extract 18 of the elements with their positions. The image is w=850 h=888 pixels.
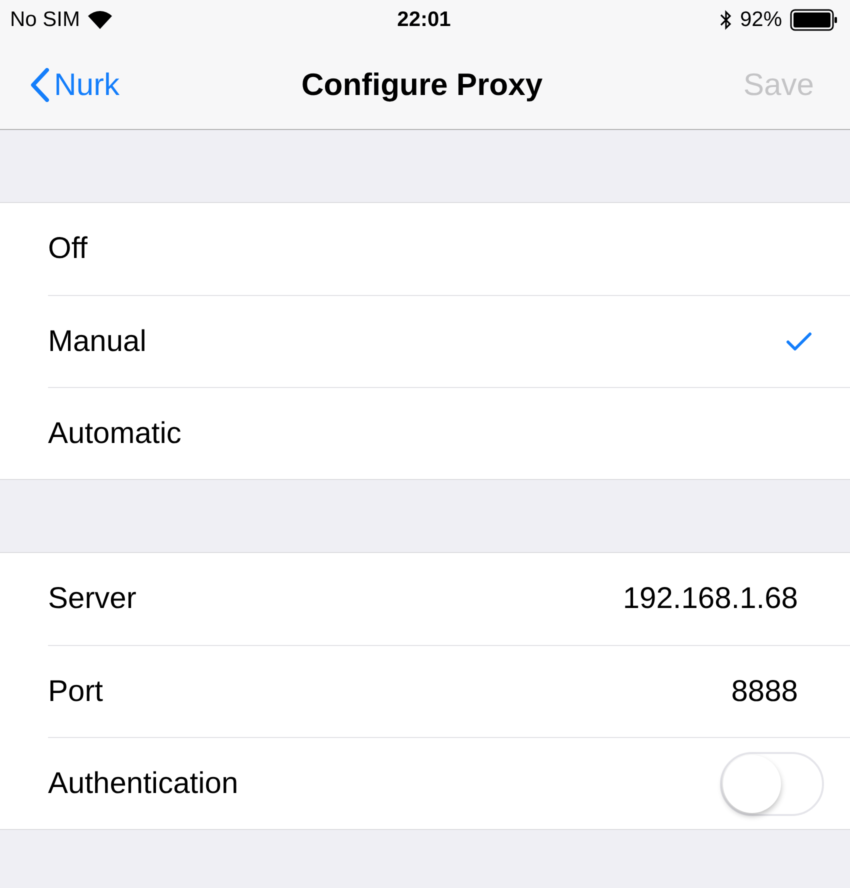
field-value[interactable]: 192.168.1.68 (622, 582, 798, 616)
clock-time: 22:01 (397, 8, 451, 32)
field-label: Server (48, 582, 136, 616)
wifi-icon (88, 11, 112, 29)
bluetooth-icon (720, 10, 732, 30)
back-button[interactable]: Nurk (30, 66, 120, 102)
field-value[interactable]: 8888 (731, 674, 798, 708)
carrier-name: No SIM (10, 8, 80, 32)
battery-percent: 92% (740, 8, 782, 32)
chevron-left-icon (30, 68, 50, 102)
proxy-mode-option[interactable]: Manual (48, 295, 850, 387)
proxy-mode-option[interactable]: Automatic (48, 387, 850, 479)
field-label: Authentication (48, 766, 238, 800)
toggle-switch[interactable] (720, 752, 824, 816)
screen-title: Configure Proxy (301, 66, 543, 102)
field-label: Port (48, 674, 104, 708)
battery-icon (790, 9, 838, 31)
proxy-mode-option[interactable]: Off (48, 203, 850, 295)
